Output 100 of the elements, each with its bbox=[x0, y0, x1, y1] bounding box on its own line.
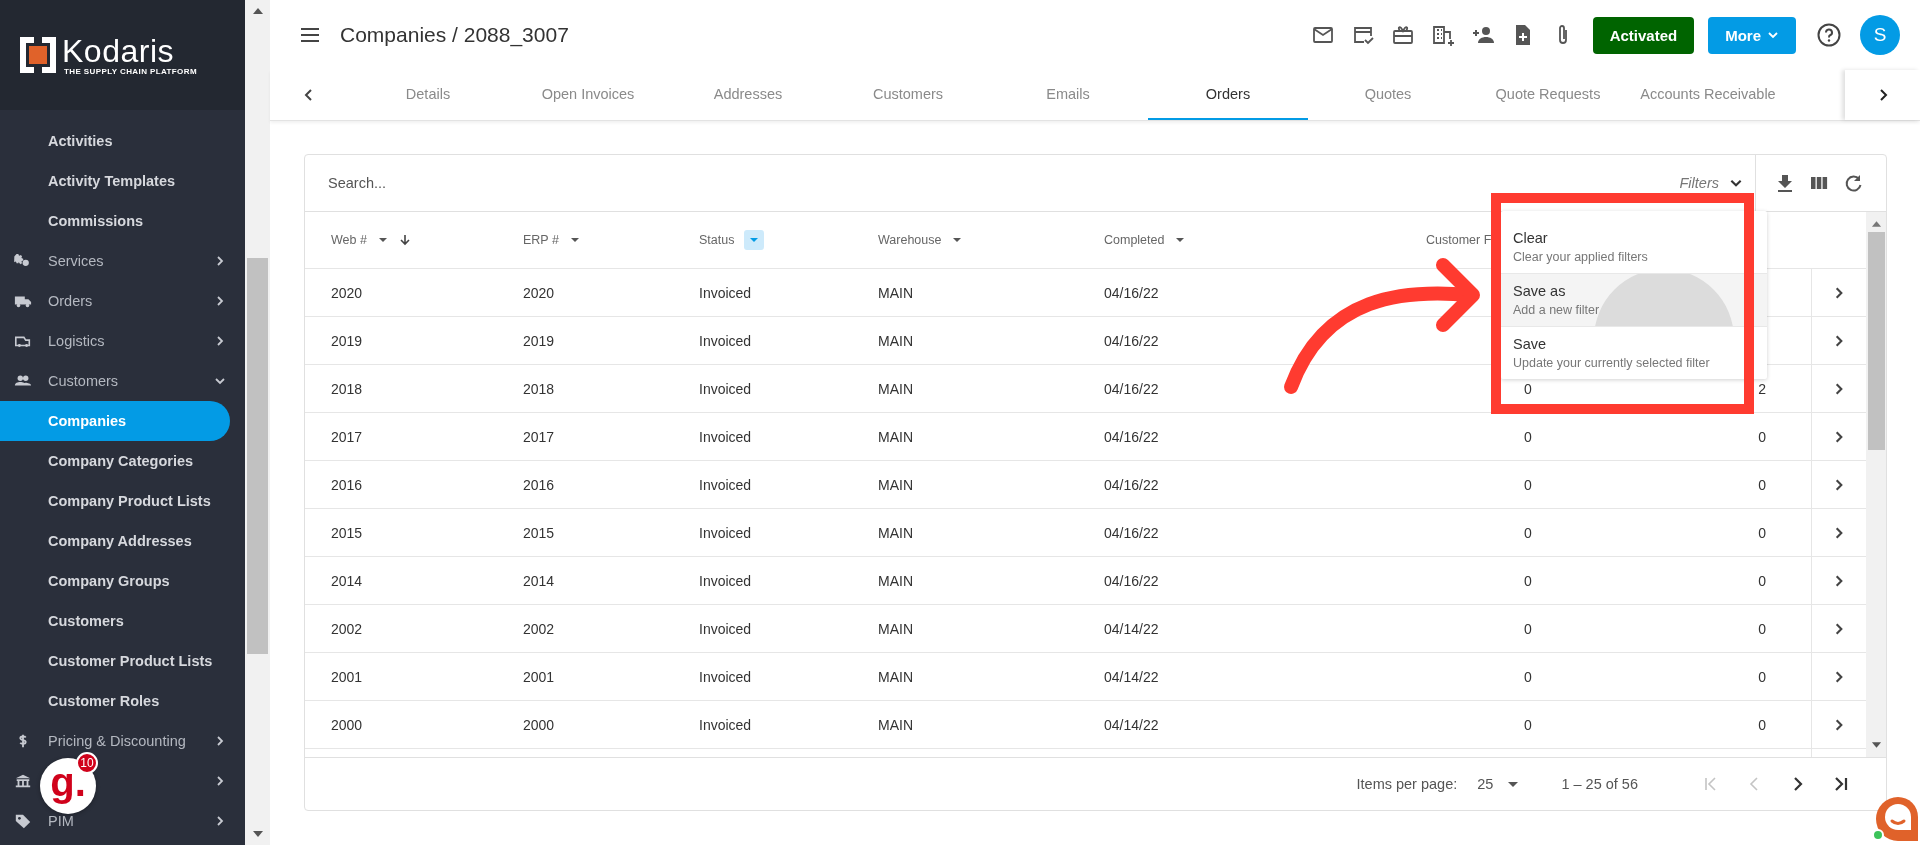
table-cell: 0 bbox=[1524, 716, 1532, 733]
scrollbar-thumb[interactable] bbox=[247, 258, 268, 654]
table-cell: 04/14/22 bbox=[1104, 716, 1159, 733]
table-cell: 04/16/22 bbox=[1104, 332, 1159, 349]
tab[interactable]: Accounts Receivable bbox=[1628, 70, 1788, 120]
scroll-up-icon[interactable] bbox=[251, 6, 264, 16]
scrollbar-thumb[interactable] bbox=[1867, 232, 1885, 450]
sidebar-item[interactable]: Customer Roles bbox=[0, 681, 230, 721]
table-cell: Invoiced bbox=[699, 284, 752, 301]
table-cell: 0 bbox=[1758, 476, 1766, 493]
table-cell: 0 bbox=[1758, 428, 1766, 445]
column-header[interactable]: Warehouse bbox=[878, 233, 942, 247]
column-header[interactable]: Status bbox=[699, 233, 735, 247]
table-cell: MAIN bbox=[878, 620, 913, 637]
scroll-up-icon[interactable] bbox=[1870, 220, 1882, 228]
menu-section-icon[interactable] bbox=[14, 772, 32, 790]
table-cell: 0 bbox=[1524, 380, 1532, 397]
tab[interactable]: Addresses bbox=[668, 70, 828, 120]
table-cell: 2016 bbox=[523, 476, 555, 493]
table-cell: Invoiced bbox=[699, 476, 752, 493]
table-cell: 04/14/22 bbox=[1104, 668, 1159, 685]
sidebar-item[interactable]: Services bbox=[0, 241, 230, 281]
table-cell: 2015 bbox=[523, 524, 555, 541]
column-header[interactable]: Customer F bbox=[1426, 233, 1492, 247]
table-cell: 2015 bbox=[331, 524, 363, 541]
menu-item[interactable]: Save Update your currently selected filter bbox=[1501, 327, 1767, 379]
table-cell: 2016 bbox=[331, 476, 363, 493]
table-cell: 2019 bbox=[523, 332, 555, 349]
page-title: Companies / 2088_3007 bbox=[340, 23, 570, 47]
column-header[interactable]: Completed bbox=[1104, 233, 1165, 247]
filters-dropdown[interactable]: Filters bbox=[1679, 175, 1755, 191]
menu-item-description: Add a new filter bbox=[1513, 303, 1601, 317]
sidebar-item[interactable]: Activity Templates bbox=[0, 161, 230, 201]
sidebar-item[interactable]: Company Product Lists bbox=[0, 481, 230, 521]
help-icon[interactable] bbox=[1816, 22, 1842, 48]
table-cell: 0 bbox=[1524, 572, 1532, 589]
filter-active-button[interactable] bbox=[744, 230, 765, 250]
table-cell: MAIN bbox=[878, 668, 913, 685]
table-cell: 04/16/22 bbox=[1104, 572, 1159, 589]
search-field[interactable]: Search... bbox=[305, 174, 1680, 192]
menu-item[interactable]: Save as Add a new filter bbox=[1501, 274, 1767, 327]
table-cell: Invoiced bbox=[699, 332, 752, 349]
page-size-select[interactable]: 25 bbox=[1477, 776, 1520, 792]
table-cell: 0 bbox=[1524, 524, 1532, 541]
table-cell: 04/16/22 bbox=[1104, 380, 1159, 397]
tab[interactable]: Open Invoices bbox=[508, 70, 668, 120]
sidebar-item[interactable]: Company Groups bbox=[0, 561, 230, 601]
sort-arrow-icon[interactable] bbox=[398, 234, 411, 246]
table-cell: 2014 bbox=[331, 572, 363, 589]
tab[interactable]: Emails bbox=[988, 70, 1148, 120]
table-cell: 2017 bbox=[523, 428, 555, 445]
tab[interactable]: Details bbox=[348, 70, 508, 120]
scroll-down-icon[interactable] bbox=[1870, 741, 1882, 749]
scroll-down-icon[interactable] bbox=[251, 829, 264, 839]
chevron-down-icon bbox=[1767, 29, 1779, 41]
table-cell: MAIN bbox=[878, 524, 913, 541]
sidebar-item[interactable]: Company Categories bbox=[0, 441, 230, 481]
sidebar-item[interactable]: Customer Product Lists bbox=[0, 641, 230, 681]
table-cell: 2018 bbox=[331, 380, 363, 397]
table-cell: 2002 bbox=[523, 620, 555, 637]
table-cell: 0 bbox=[1758, 716, 1766, 733]
activated-button[interactable]: Activated bbox=[1592, 16, 1695, 54]
table-cell: 0 bbox=[1524, 620, 1532, 637]
menu-item-description: Update your currently selected filter bbox=[1513, 356, 1711, 370]
tab[interactable]: Quotes bbox=[1308, 70, 1468, 120]
gift-icon[interactable] bbox=[1390, 23, 1415, 47]
table-cell: 0 bbox=[1524, 476, 1532, 493]
table-cell: 2019 bbox=[331, 332, 363, 349]
menu-item-title: Save as bbox=[1513, 283, 1567, 299]
sidebar-item[interactable]: Activities bbox=[0, 121, 230, 161]
table-cell: 2000 bbox=[331, 716, 363, 733]
building-add-icon[interactable] bbox=[1430, 23, 1455, 47]
table-cell: 2020 bbox=[523, 284, 555, 301]
tab[interactable]: Quote Requests bbox=[1468, 70, 1628, 120]
logo-tagline: THE SUPPLY CHAIN PLATFORM bbox=[64, 66, 197, 76]
sidebar-item[interactable]: Commissions bbox=[0, 201, 230, 241]
table-cell: MAIN bbox=[878, 284, 913, 301]
sidebar-item[interactable]: Orders bbox=[0, 281, 230, 321]
table-cell: 2000 bbox=[523, 716, 555, 733]
table-cell: MAIN bbox=[878, 332, 913, 349]
table-cell: MAIN bbox=[878, 380, 913, 397]
table-cell: 2020 bbox=[331, 284, 363, 301]
table-cell: Invoiced bbox=[699, 428, 752, 445]
table-cell: 2001 bbox=[523, 668, 555, 685]
tab[interactable]: Customers bbox=[828, 70, 988, 120]
table-cell: 04/16/22 bbox=[1104, 284, 1159, 301]
column-header[interactable]: Web # bbox=[331, 233, 367, 247]
table-cell: MAIN bbox=[878, 476, 913, 493]
menu-item-title: Save bbox=[1513, 336, 1548, 352]
tab[interactable]: Orders bbox=[1148, 70, 1308, 120]
sidebar-item[interactable]: Logistics bbox=[0, 321, 230, 361]
column-header[interactable]: ERP # bbox=[523, 233, 559, 247]
sidebar-item[interactable]: Customers bbox=[0, 601, 230, 641]
sidebar-item[interactable]: Customers bbox=[0, 361, 230, 401]
table-cell: 04/16/22 bbox=[1104, 428, 1159, 445]
table-cell: 2002 bbox=[331, 620, 363, 637]
table-cell: MAIN bbox=[878, 428, 913, 445]
logo-name: Kodaris bbox=[62, 34, 175, 67]
sidebar-item[interactable]: Company Addresses bbox=[0, 521, 230, 561]
table-cell: 04/14/22 bbox=[1104, 620, 1159, 637]
